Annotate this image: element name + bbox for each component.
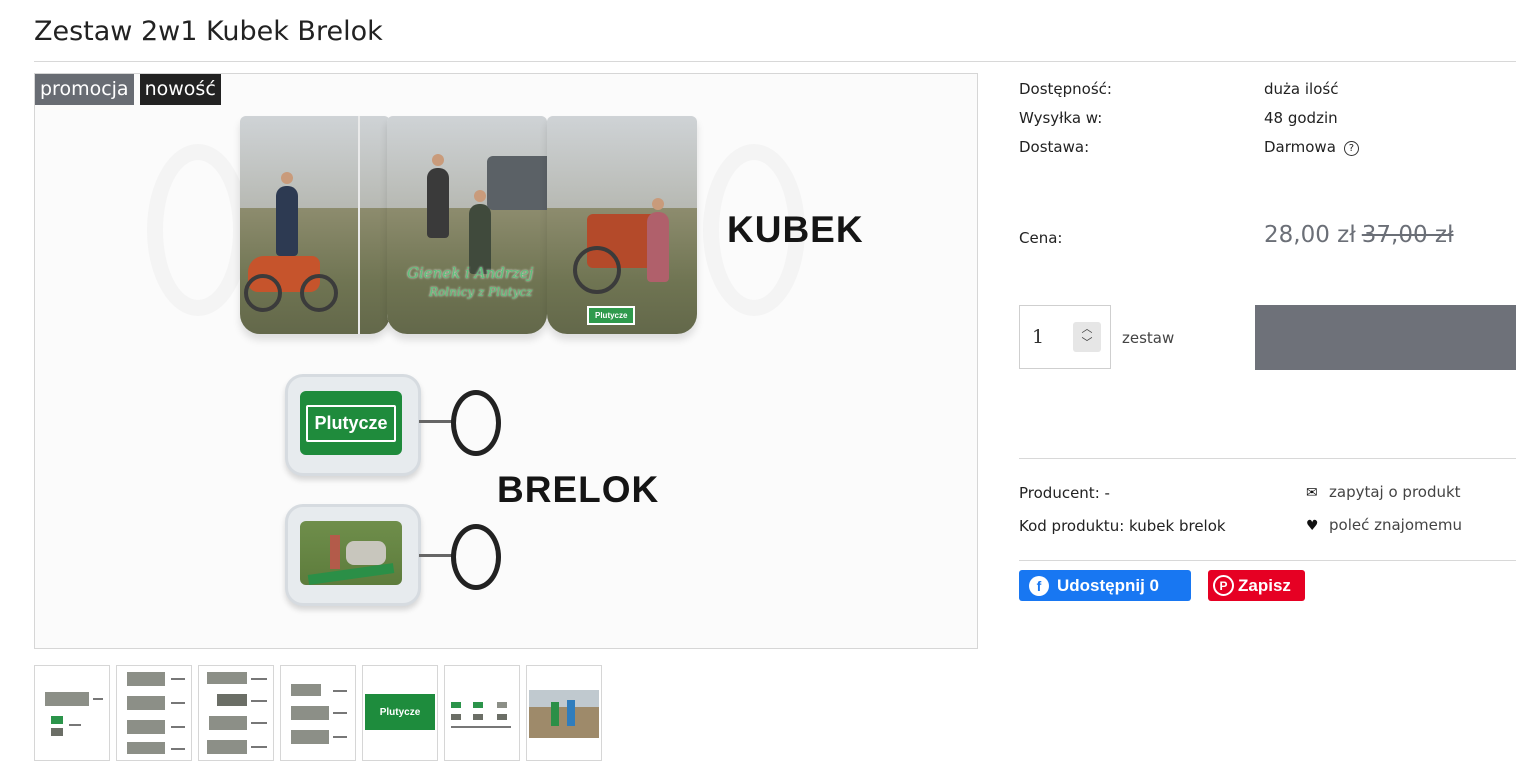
delivery-row: Dostawa: Darmowa? bbox=[1019, 137, 1359, 157]
product-code-value: kubek brelok bbox=[1129, 517, 1226, 535]
shipping-row: Wysyłka w: 48 godzin bbox=[1019, 108, 1338, 128]
keychain-link-bottom bbox=[419, 554, 453, 557]
divider-top bbox=[1019, 458, 1516, 459]
pinterest-save-label: Zapisz bbox=[1238, 575, 1291, 595]
add-to-cart-button[interactable] bbox=[1255, 305, 1516, 370]
producer-value: - bbox=[1104, 484, 1110, 502]
keychain-sign: Plutycze bbox=[285, 374, 421, 476]
brelok-caption: BRELOK bbox=[497, 469, 660, 510]
mug-handle-left bbox=[147, 144, 249, 316]
product-code-row: Kod produktu: kubek brelok bbox=[1019, 516, 1226, 536]
envelope-icon: ✉ bbox=[1306, 485, 1318, 501]
mug-caption: Gienek i Andrzej Rolnicy z Plutycz bbox=[407, 264, 534, 299]
thumbnail-strip: Plutycze bbox=[34, 665, 602, 761]
mug-sign: Plutycze bbox=[587, 306, 636, 325]
facebook-icon: f bbox=[1029, 575, 1049, 596]
thumbnail-5-sign: Plutycze bbox=[365, 694, 435, 730]
thumbnail-3[interactable] bbox=[198, 665, 274, 761]
recommend-link-label: poleć znajomemu bbox=[1329, 516, 1462, 534]
quantity-spinner[interactable]: ︿ ﹀ bbox=[1073, 322, 1101, 352]
availability-label: Dostępność: bbox=[1019, 80, 1112, 98]
main-product-image[interactable]: promocja nowość Gienek i Andrzej Rolnicy… bbox=[34, 73, 978, 649]
price-label: Cena: bbox=[1019, 229, 1063, 247]
facebook-share-label: Udostępnij 0 bbox=[1057, 575, 1160, 595]
recommend-link[interactable]: ♥ poleć znajomemu bbox=[1306, 516, 1462, 534]
promo-badge: promocja bbox=[35, 74, 134, 105]
heart-icon: ♥ bbox=[1306, 518, 1319, 534]
keyring-bottom bbox=[451, 524, 501, 590]
keyring-top bbox=[451, 390, 501, 456]
thumbnail-7[interactable] bbox=[526, 665, 602, 761]
product-title: Zestaw 2w1 Kubek Brelok bbox=[34, 16, 383, 47]
availability-row: Dostępność: duża ilość bbox=[1019, 79, 1338, 99]
producer-label: Producent: bbox=[1019, 484, 1100, 502]
keychain-photo bbox=[285, 504, 421, 606]
thumbnail-1[interactable] bbox=[34, 665, 110, 761]
shipping-label: Wysyłka w: bbox=[1019, 109, 1103, 127]
keychain-link-top bbox=[419, 420, 453, 423]
thumbnail-4[interactable] bbox=[280, 665, 356, 761]
delivery-label: Dostawa: bbox=[1019, 138, 1090, 156]
new-badge: nowość bbox=[139, 74, 221, 105]
thumbnail-2[interactable] bbox=[116, 665, 192, 761]
price: 28,00 zł 37,00 zł bbox=[1264, 222, 1454, 248]
chevron-up-icon[interactable]: ︿ bbox=[1073, 322, 1101, 336]
quantity-stepper[interactable]: 1 ︿ ﹀ bbox=[1019, 305, 1111, 369]
ask-link-label: zapytaj o produkt bbox=[1329, 483, 1461, 501]
pinterest-icon: P bbox=[1213, 575, 1234, 596]
mug-photo-left bbox=[240, 116, 390, 334]
keychain-sign-text: Plutycze bbox=[306, 404, 396, 442]
availability-value: duża ilość bbox=[1264, 80, 1339, 98]
pinterest-save-button[interactable]: P Zapisz bbox=[1208, 570, 1305, 601]
quantity-unit: zestaw bbox=[1122, 329, 1175, 347]
help-icon[interactable]: ? bbox=[1343, 141, 1359, 156]
mug-photo-center: Gienek i Andrzej Rolnicy z Plutycz bbox=[387, 116, 547, 334]
price-old: 37,00 zł bbox=[1361, 222, 1454, 248]
product-code-label: Kod produktu: bbox=[1019, 517, 1125, 535]
quantity-value[interactable]: 1 bbox=[1032, 326, 1044, 348]
producer-row: Producent: - bbox=[1019, 483, 1110, 503]
delivery-value: Darmowa bbox=[1264, 138, 1336, 156]
shipping-value: 48 godzin bbox=[1264, 109, 1338, 127]
facebook-share-button[interactable]: f Udostępnij 0 bbox=[1019, 570, 1191, 601]
chevron-down-icon[interactable]: ﹀ bbox=[1073, 336, 1101, 350]
badges: promocja nowość bbox=[35, 74, 221, 105]
thumbnail-5[interactable]: Plutycze bbox=[362, 665, 438, 761]
ask-about-product-link[interactable]: ✉ zapytaj o produkt bbox=[1306, 483, 1461, 501]
price-current: 28,00 zł bbox=[1264, 222, 1356, 248]
product-info-panel: Dostępność: duża ilość Wysyłka w: 48 god… bbox=[1019, 0, 1516, 780]
kubek-caption: KUBEK bbox=[727, 209, 864, 250]
thumbnail-6[interactable] bbox=[444, 665, 520, 761]
mug-photo-right: Plutycze bbox=[547, 116, 697, 334]
divider-bottom bbox=[1019, 560, 1516, 561]
